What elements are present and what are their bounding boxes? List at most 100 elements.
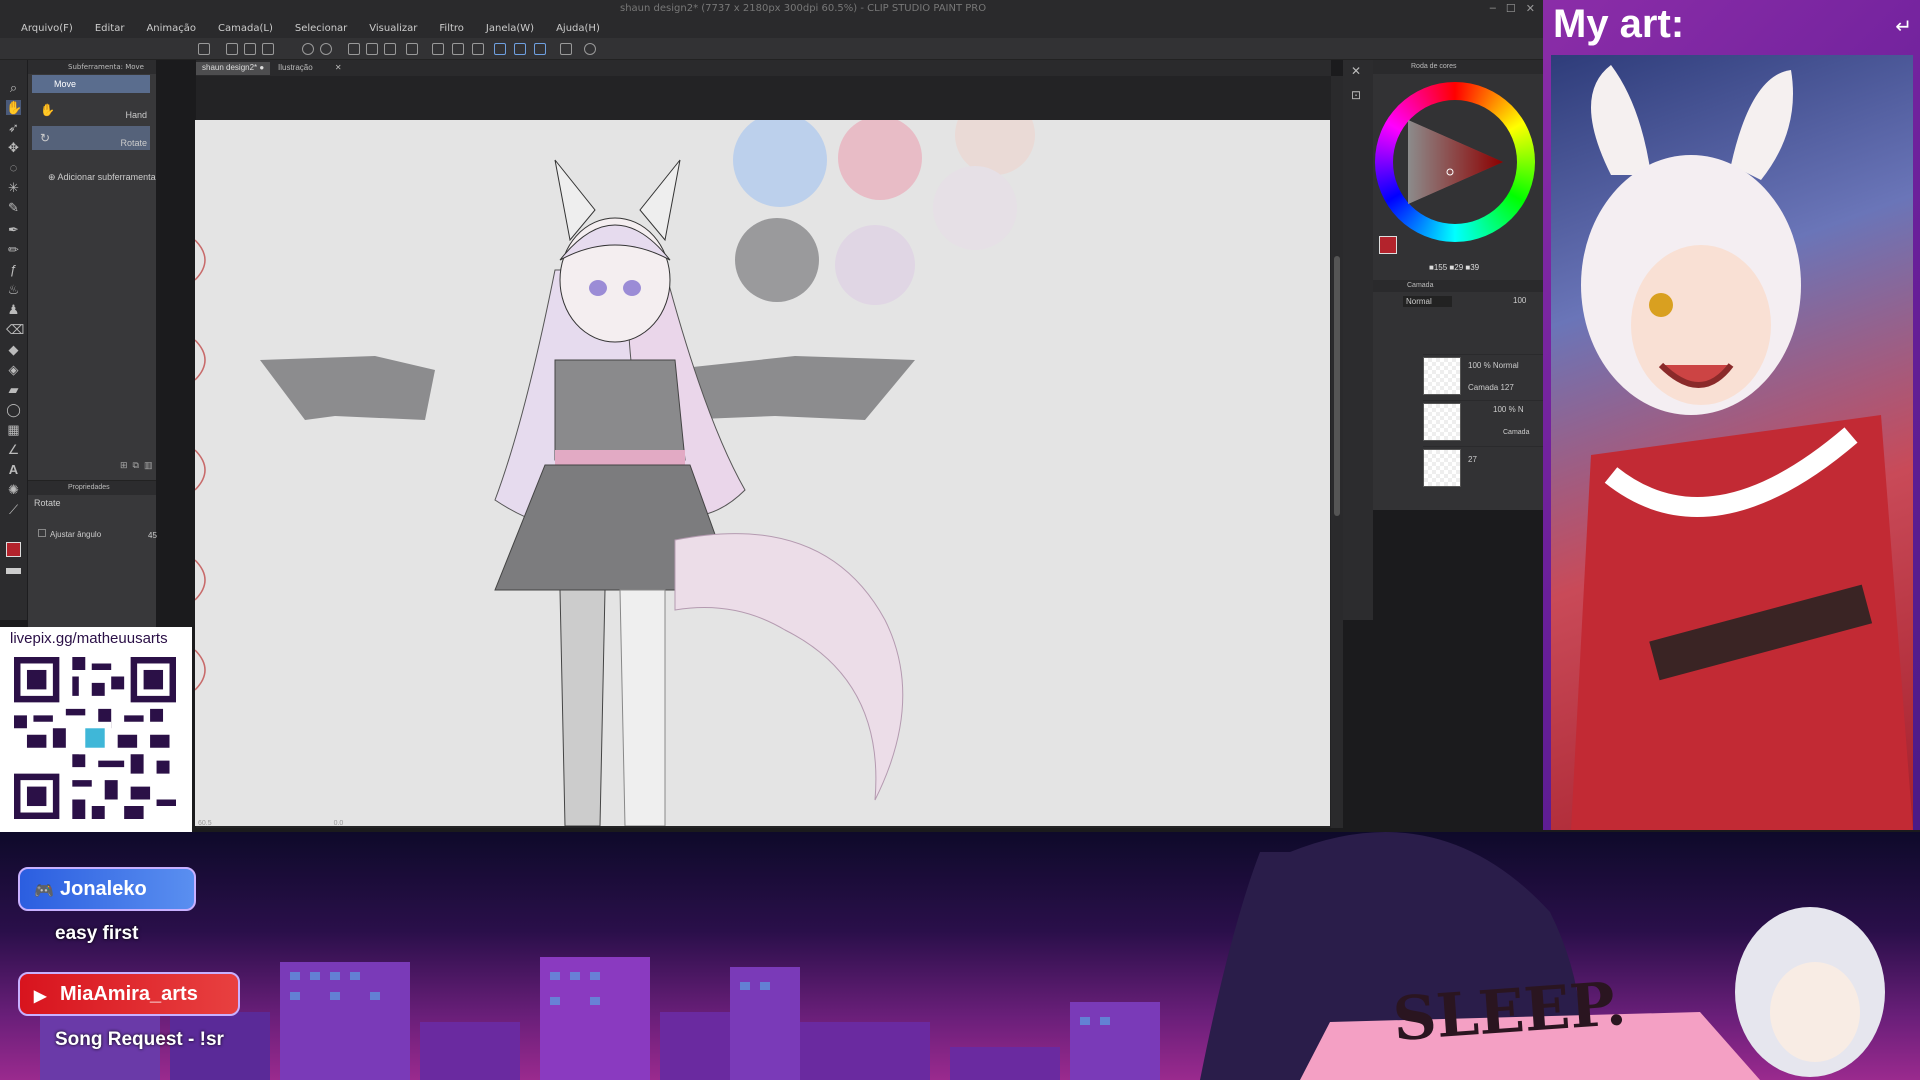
- trash-icon[interactable]: ▥: [144, 460, 158, 470]
- zoom-value[interactable]: 60.5: [198, 820, 212, 827]
- saturation-triangle[interactable]: [1393, 100, 1517, 224]
- zoom-tool-icon[interactable]: ⌕: [6, 80, 21, 95]
- menu-visualizar[interactable]: Visualizar: [358, 23, 428, 34]
- ruler-tool-icon[interactable]: ∠: [6, 442, 21, 457]
- menu-janela[interactable]: Janela(W): [475, 23, 545, 34]
- balloon-tool-icon[interactable]: ✺: [6, 482, 21, 497]
- new-canvas-icon[interactable]: [226, 43, 238, 55]
- subtool-tab-label: Move: [54, 79, 77, 89]
- angle-value-field[interactable]: 45: [148, 531, 157, 540]
- snap-special-ruler-icon[interactable]: [514, 43, 526, 55]
- rotate-icon: ↻: [40, 131, 51, 145]
- subtool-group-tab[interactable]: Move: [32, 75, 150, 93]
- hand-icon: ✋: [40, 103, 55, 117]
- close-icon[interactable]: ✕: [1526, 2, 1535, 15]
- airbrush-tool-icon[interactable]: ♨: [6, 282, 21, 297]
- text-tool-icon[interactable]: A: [6, 462, 21, 477]
- subtool-item-label: Hand: [125, 110, 147, 120]
- move-tool-icon[interactable]: ✋: [6, 100, 22, 115]
- canvas-paper[interactable]: [195, 120, 1330, 826]
- operation-tool-icon[interactable]: ➶: [6, 120, 21, 135]
- color-mode-icon[interactable]: [6, 568, 21, 574]
- menu-editar[interactable]: Editar: [84, 23, 136, 34]
- redo-icon[interactable]: [320, 43, 332, 55]
- chat-username-badge: ▶ MiaAmira_arts: [18, 972, 240, 1016]
- donation-qr-panel: livepix.gg/matheuusarts: [0, 627, 192, 832]
- snap-grid-icon[interactable]: [534, 43, 546, 55]
- rotation-value[interactable]: 0.0: [334, 820, 344, 827]
- featured-artwork: [1551, 55, 1913, 830]
- open-file-icon[interactable]: [244, 43, 256, 55]
- blend-mode-select[interactable]: Normal: [1403, 296, 1452, 307]
- maximize-icon[interactable]: ☐: [1506, 2, 1516, 15]
- tab-ilustracao[interactable]: Ilustração ✕: [272, 62, 348, 75]
- crop-icon[interactable]: [406, 43, 418, 55]
- menu-ajuda[interactable]: Ajuda(H): [545, 23, 611, 34]
- pencil-tool-icon[interactable]: ✏: [6, 242, 21, 257]
- add-subtool-button[interactable]: ⊕ Adicionar subferramenta: [48, 172, 156, 183]
- palette-swatch-peach: [955, 120, 1035, 175]
- add-subtool-label: Adicionar subferramenta: [57, 172, 156, 182]
- menu-arquivo[interactable]: Arquivo(F): [10, 23, 84, 34]
- menu-camada[interactable]: Camada(L): [207, 23, 284, 34]
- auto-select-tool-icon[interactable]: ✳: [6, 180, 21, 195]
- subtool-item-rotate[interactable]: ↻ Rotate: [32, 126, 150, 150]
- navigator-icon[interactable]: ⊡: [1351, 88, 1361, 102]
- eyedropper-tool-icon[interactable]: ✎: [6, 200, 21, 215]
- close-panel-icon[interactable]: ✕: [1351, 64, 1361, 78]
- opacity-field[interactable]: 100: [1513, 296, 1526, 305]
- invert-selection-icon[interactable]: [452, 43, 464, 55]
- scrollbar-thumb[interactable]: [1334, 256, 1340, 516]
- pen-tool-icon[interactable]: ✒: [6, 222, 21, 237]
- layer-thumbnail: [1423, 403, 1461, 441]
- figure-tool-icon[interactable]: ◯: [6, 402, 21, 417]
- selection-tool-icon[interactable]: ◌: [6, 160, 21, 175]
- menu-filtro[interactable]: Filtro: [428, 23, 475, 34]
- duplicate-icon[interactable]: ⊞: [120, 460, 133, 470]
- fill-tool-icon[interactable]: ◈: [6, 362, 21, 377]
- main-color-chip[interactable]: [1379, 236, 1397, 254]
- angle-value: 45: [148, 531, 157, 540]
- adjust-angle-checkbox[interactable]: Ajustar ângulo: [38, 529, 101, 539]
- new-file-icon[interactable]: [198, 43, 210, 55]
- snap-ruler-icon[interactable]: [494, 43, 506, 55]
- plus-icon: ⊕: [48, 172, 58, 182]
- brush-tool-icon[interactable]: ƒ: [6, 262, 21, 277]
- menu-animacao[interactable]: Animação: [135, 23, 207, 34]
- layer-row[interactable]: 100 % Normal Camada 127: [1423, 354, 1543, 398]
- blend-tool-icon[interactable]: ◆: [6, 342, 21, 357]
- show-selection-icon[interactable]: [472, 43, 484, 55]
- menu-selecionar[interactable]: Selecionar: [284, 23, 358, 34]
- stream-bottom-overlay: SLEEP. 🎮 Jonaleko easy first ▶ MiaAmira_…: [0, 832, 1920, 1080]
- device-icon[interactable]: [560, 43, 572, 55]
- color-wheel-header: Roda de cores: [1373, 60, 1545, 74]
- copy-icon[interactable]: ⧉: [133, 460, 144, 470]
- tab-shaun-design[interactable]: shaun design2* ●: [196, 62, 271, 75]
- decoration-tool-icon[interactable]: ♟: [6, 302, 21, 317]
- layer-row[interactable]: 27: [1423, 446, 1543, 490]
- transform-icon[interactable]: [384, 43, 396, 55]
- opacity-value: 100: [1513, 296, 1527, 305]
- undo-icon[interactable]: [302, 43, 314, 55]
- gradient-tool-icon[interactable]: ▰: [6, 382, 21, 397]
- eraser-tool-icon[interactable]: ⌫: [6, 322, 24, 337]
- save-icon[interactable]: [262, 43, 274, 55]
- rgb-values: ■155 ■29 ■39: [1429, 263, 1480, 272]
- canvas-vertical-scrollbar[interactable]: [1331, 76, 1343, 828]
- fill-icon[interactable]: [366, 43, 378, 55]
- main-color-swatch[interactable]: [6, 542, 21, 557]
- move-layer-tool-icon[interactable]: ✥: [6, 140, 21, 155]
- frame-tool-icon[interactable]: ▦: [6, 422, 21, 437]
- red-value: 155: [1433, 263, 1448, 272]
- correct-line-tool-icon[interactable]: ⟋: [6, 502, 21, 517]
- window-controls: – ☐ ✕: [1490, 2, 1535, 15]
- layer-row[interactable]: 100 % N Camada: [1423, 400, 1543, 444]
- help-icon[interactable]: [584, 43, 596, 55]
- clear-icon[interactable]: [348, 43, 360, 55]
- subtool-item-hand[interactable]: ✋ Hand: [32, 98, 150, 122]
- minimize-icon[interactable]: –: [1490, 2, 1496, 15]
- qr-code[interactable]: [14, 657, 176, 819]
- donation-link[interactable]: livepix.gg/matheuusarts: [10, 630, 168, 647]
- chat-message: Song Request - !sr: [55, 1029, 224, 1050]
- deselect-icon[interactable]: [432, 43, 444, 55]
